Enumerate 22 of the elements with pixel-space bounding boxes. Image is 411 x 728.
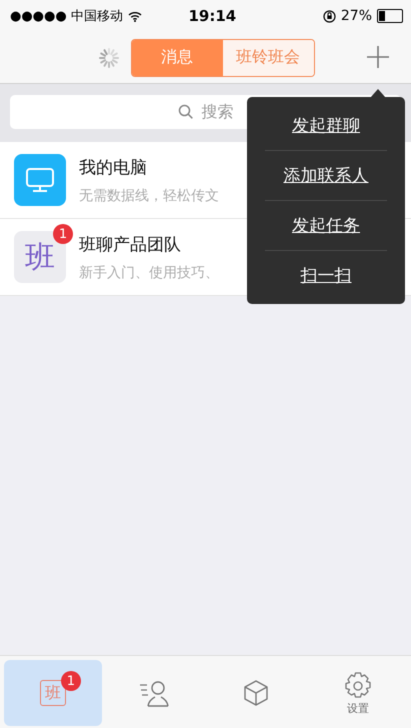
battery-percent: 27% [340, 8, 372, 24]
message-preview: 新手入门、使用技巧、 [79, 264, 219, 282]
conversation-name: 我的电脑 [79, 156, 148, 178]
conversation-name: 班聊产品团队 [79, 234, 182, 256]
status-time: 19:14 [187, 7, 238, 25]
unread-badge: 1 [53, 224, 73, 244]
tab-bar-item[interactable]: 设置 [309, 660, 407, 726]
unread-badge: 1 [60, 671, 81, 691]
add-icon[interactable] [366, 45, 390, 69]
tab-bar-item[interactable]: 班 1 [4, 660, 102, 726]
menu-item[interactable]: 添加联系人 [265, 151, 387, 200]
computer-avatar-icon [14, 154, 66, 206]
contacts-icon [138, 679, 171, 707]
battery-icon [377, 9, 403, 23]
carrier-name: ●●●●● 中国移动 [10, 8, 123, 25]
wifi-icon [128, 10, 142, 22]
settings-icon [344, 670, 372, 698]
message-preview: 无需数据线，轻松传文 [79, 186, 219, 204]
rotation-lock-icon [322, 10, 336, 22]
search-icon [178, 104, 194, 120]
cube-icon [242, 679, 270, 707]
menu-item[interactable]: 发起任务 [265, 201, 387, 250]
